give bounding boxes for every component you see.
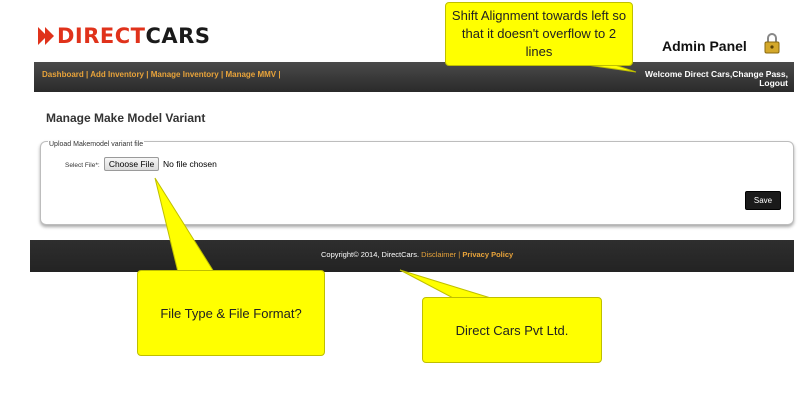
callout-company-note: Direct Cars Pvt Ltd. (422, 297, 602, 363)
callout-tail-company (399, 269, 495, 300)
callout-tails (154, 63, 637, 300)
callout-alignment-note: Shift Alignment towards left so that it … (445, 2, 633, 66)
callout-tail-file-type (154, 177, 215, 273)
callout-file-type-note: File Type & File Format? (137, 270, 325, 356)
